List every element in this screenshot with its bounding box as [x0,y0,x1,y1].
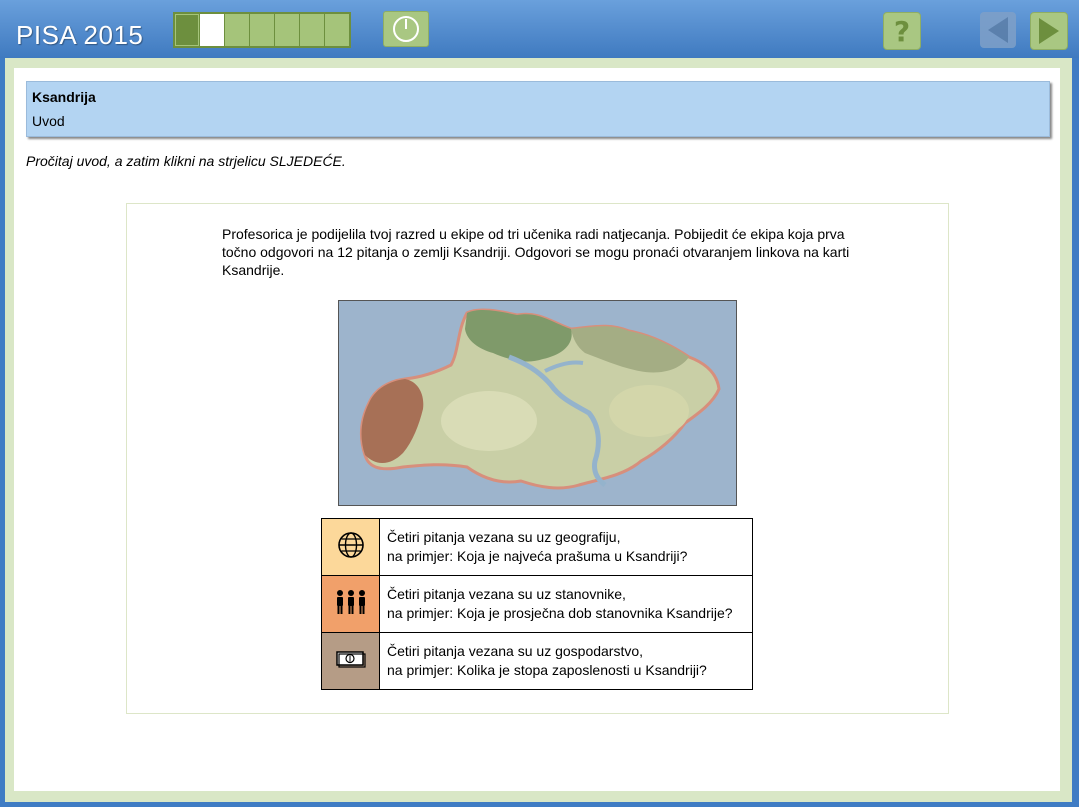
question-mark-icon: ? [893,14,911,48]
arrow-right-icon [1039,18,1059,44]
progress-segment [300,14,324,46]
category-title: Četiri pitanja vezana su uz stanovnike, [387,586,626,602]
top-bar: PISA 2015 ? [0,0,1079,58]
category-row-population: Četiri pitanja vezana su uz stanovnike, … [321,575,753,633]
progress-segment [225,14,249,46]
category-icon-cell [321,632,380,690]
progress-segment [250,14,274,46]
category-row-geography: Četiri pitanja vezana su uz geografiju, … [321,518,753,576]
category-example: na primjer: Koja je prosječna dob stanov… [387,605,733,621]
brand-title: PISA 2015 [16,20,144,50]
intro-text: Profesorica je podijelila tvoj razred u … [222,226,850,278]
money-icon [335,650,366,668]
category-text: Četiri pitanja vezana su uz geografiju, … [379,518,753,576]
category-text: Četiri pitanja vezana su uz stanovnike, … [379,575,753,633]
help-button[interactable]: ? [883,12,921,50]
category-title: Četiri pitanja vezana su uz gospodarstvo… [387,643,644,659]
category-row-economy: Četiri pitanja vezana su uz gospodarstvo… [321,632,753,690]
category-title: Četiri pitanja vezana su uz geografiju, [387,529,621,545]
progress-segment [325,14,349,46]
back-button[interactable] [980,12,1016,48]
people-icon [336,589,365,614]
category-example: na primjer: Koja je najveća prašuma u Ks… [387,548,688,564]
globe-icon [337,531,364,558]
category-text: Četiri pitanja vezana su uz gospodarstvo… [379,632,753,690]
instruction-text: Pročitaj uvod, a zatim klikni na strjeli… [26,153,346,169]
clock-icon [393,16,419,42]
category-example: na primjer: Kolika je stopa zaposlenosti… [387,662,707,678]
next-button[interactable] [1030,12,1068,50]
unit-title: Ksandrija [32,89,96,105]
category-icon-cell [321,575,380,633]
progress-segment-current [200,14,224,46]
timer-button[interactable] [383,11,429,47]
unit-header: Ksandrija Uvod [26,81,1050,137]
question-categories-table: Četiri pitanja vezana su uz geografiju, … [321,518,753,690]
map-image [339,301,736,505]
progress-segment [175,14,199,46]
progress-segment [275,14,299,46]
ksandrija-map [338,300,737,506]
category-icon-cell [321,518,380,576]
unit-subtitle: Uvod [32,113,65,129]
progress-indicator [173,12,351,48]
arrow-left-icon [988,17,1008,43]
